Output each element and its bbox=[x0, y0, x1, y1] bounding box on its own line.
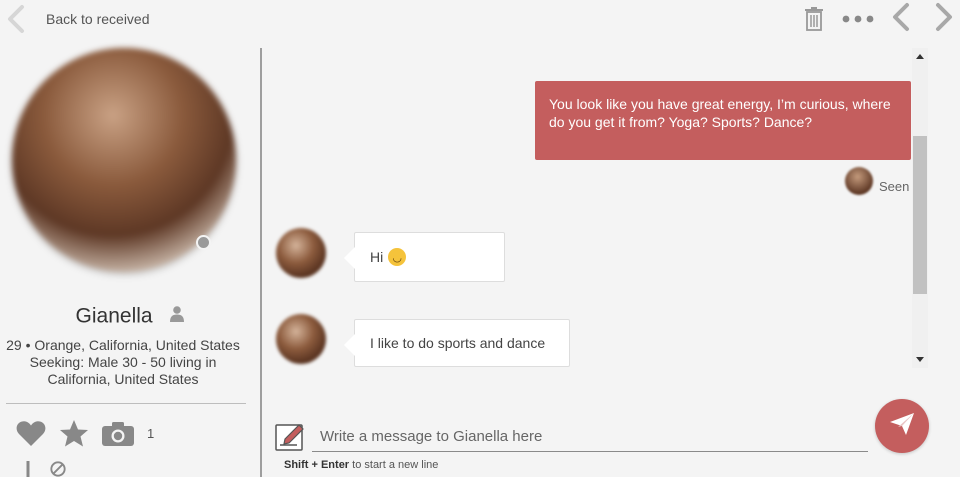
person-icon[interactable] bbox=[170, 304, 185, 328]
chevron-right-icon bbox=[934, 2, 954, 37]
seen-avatar bbox=[845, 167, 873, 195]
photo-count: 1 bbox=[147, 426, 155, 441]
profile-name[interactable]: Gianella bbox=[76, 304, 153, 327]
message-input[interactable] bbox=[312, 421, 868, 452]
message-thread[interactable]: You look like you have great energy, I’m… bbox=[262, 48, 912, 368]
heart-icon[interactable] bbox=[16, 420, 46, 452]
trash-icon[interactable] bbox=[803, 6, 825, 32]
sender-avatar[interactable] bbox=[276, 228, 326, 278]
hugging-face-emoji-icon: ◡ bbox=[388, 248, 407, 266]
compose-hint-text: to start a new line bbox=[352, 459, 439, 471]
message-text: You look like you have great energy, I’m… bbox=[549, 96, 891, 130]
chevron-left-icon bbox=[6, 4, 26, 34]
incoming-message: Hi ◡ bbox=[344, 232, 505, 282]
send-button[interactable] bbox=[875, 399, 929, 453]
compose-hint-keys: Shift + Enter bbox=[284, 459, 350, 471]
send-icon bbox=[889, 412, 915, 441]
previous-profile-button[interactable] bbox=[889, 2, 913, 37]
online-status-indicator bbox=[196, 235, 211, 250]
profile-age-location: 29 • Orange, California, United States bbox=[6, 337, 240, 353]
scroll-down-arrow-icon[interactable] bbox=[916, 357, 924, 362]
profile-name-row: Gianella bbox=[0, 304, 260, 328]
seen-status: Seen bbox=[879, 179, 910, 194]
compose-hint: Shift + Enter to start a new line bbox=[284, 459, 438, 471]
profile-info: 29 • Orange, California, United States S… bbox=[0, 337, 246, 388]
back-label: Back to received bbox=[46, 11, 150, 27]
back-to-received-button[interactable]: Back to received bbox=[6, 4, 150, 34]
scrollbar-thumb[interactable] bbox=[913, 136, 927, 294]
sidebar-divider bbox=[6, 403, 246, 404]
sender-avatar[interactable] bbox=[276, 314, 326, 364]
message-text: I like to do sports and dance bbox=[370, 335, 546, 351]
star-icon[interactable] bbox=[59, 419, 89, 453]
compose-pencil-icon bbox=[275, 422, 307, 457]
more-horizontal-icon[interactable] bbox=[841, 11, 875, 27]
block-icon[interactable] bbox=[46, 461, 70, 477]
incoming-message: I like to do sports and dance bbox=[344, 319, 570, 367]
outgoing-message: You look like you have great energy, I’m… bbox=[535, 81, 911, 160]
message-scrollbar[interactable] bbox=[912, 48, 928, 368]
top-bar: Back to received bbox=[0, 0, 960, 40]
chevron-left-icon bbox=[891, 2, 911, 37]
scroll-up-arrow-icon[interactable] bbox=[916, 54, 924, 59]
report-icon[interactable] bbox=[24, 461, 32, 477]
profile-seeking-location: California, United States bbox=[47, 371, 199, 387]
profile-seeking: Seeking: Male 30 - 50 living in bbox=[29, 354, 217, 370]
message-text: Hi bbox=[370, 249, 384, 265]
next-profile-button[interactable] bbox=[932, 2, 956, 37]
profile-sidebar: Gianella 29 • Orange, California, United… bbox=[0, 40, 260, 477]
camera-icon[interactable] bbox=[102, 421, 134, 451]
